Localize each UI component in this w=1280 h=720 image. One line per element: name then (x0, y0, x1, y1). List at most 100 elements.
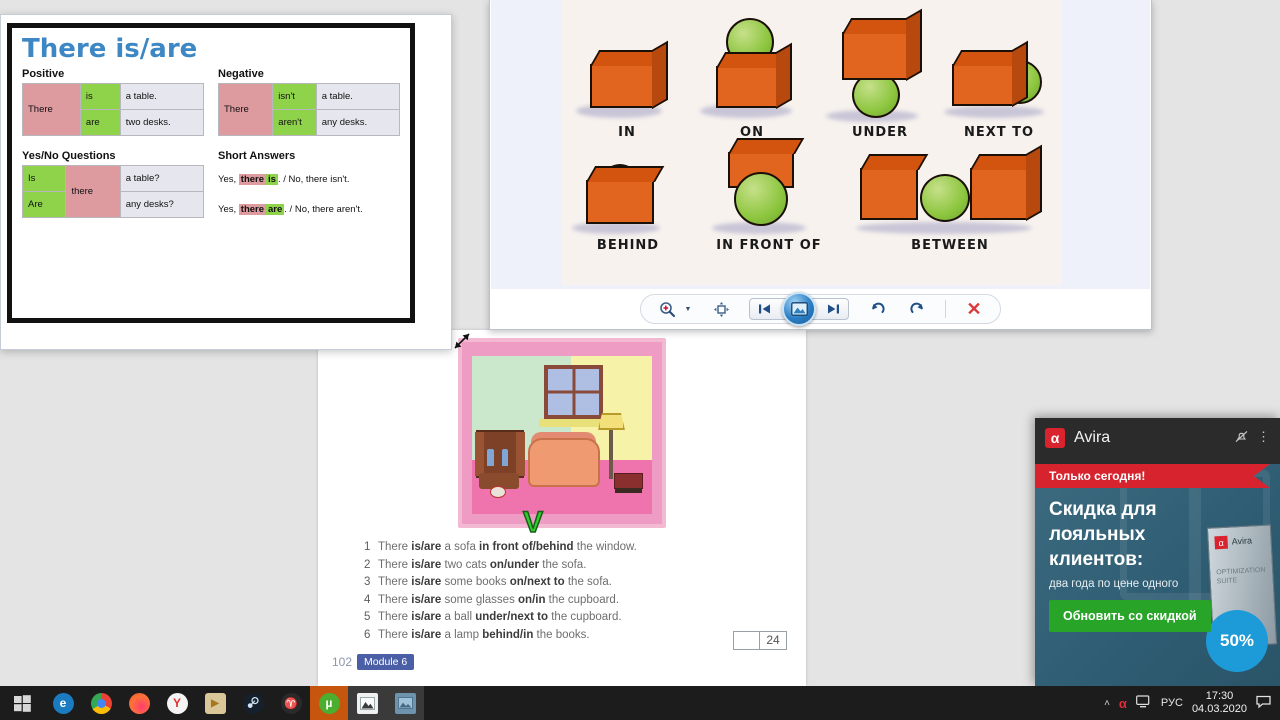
verb-cell: Are (21, 191, 67, 218)
item-choice-prep: on/in (518, 593, 546, 606)
item-choice-verb: is/are (411, 541, 442, 553)
chrome-icon (90, 692, 112, 714)
chevron-down-icon[interactable]: ▼ (683, 298, 693, 320)
taskbar-item-photos-app[interactable] (386, 686, 424, 720)
item-text-pre: There (378, 576, 412, 588)
document-page: V 1 There is/are a sofa in front of/behin… (318, 330, 806, 686)
answer-rest: . / No, there isn't. (277, 174, 350, 185)
item-number: 2 (364, 558, 371, 571)
delete-button[interactable]: ✕ (962, 298, 986, 320)
avira-header: α Avira ⋮ (1035, 418, 1280, 458)
cube-side (1012, 40, 1028, 107)
more-icon[interactable]: ⋮ (1257, 429, 1270, 447)
list-item: 2 There is/are two cats on/under the sofa… (364, 557, 794, 575)
preposition-label: NEXT TO (963, 125, 1035, 140)
close-icon: ✕ (966, 299, 982, 319)
previous-button[interactable] (750, 303, 780, 315)
taskbar-item-firefox[interactable] (120, 686, 158, 720)
verb-cell: is (79, 83, 121, 110)
cube-side (776, 42, 792, 109)
score-blank (734, 632, 760, 649)
avira-tray-icon[interactable]: α (1119, 696, 1127, 711)
room-window-icon (544, 365, 604, 420)
taskbar-item-utorrent[interactable]: µ (310, 686, 348, 720)
item-number: 1 (364, 541, 371, 553)
taskbar-item-world-of-tanks[interactable]: ♈ (272, 686, 310, 720)
cube-icon (589, 40, 668, 109)
section-heading: Negative (218, 68, 264, 80)
clock[interactable]: 17:30 04.03.2020 (1192, 690, 1247, 716)
slideshow-button[interactable] (782, 292, 816, 326)
verb-cell: aren't (272, 109, 317, 136)
questions-table: Is there a table? Are any desks? (21, 165, 205, 218)
object-cell: a table? (119, 165, 205, 192)
preposition-label: UNDER (851, 125, 909, 140)
network-icon[interactable] (1136, 694, 1152, 712)
list-item: 6 There is/are a lamp behind/in the books… (364, 627, 794, 645)
taskbar-item-chrome[interactable] (82, 686, 120, 720)
action-center-icon[interactable] (1256, 695, 1272, 712)
exercise-list: 1 There is/are a sofa in front of/behind … (364, 539, 794, 644)
zoom-icon[interactable] (655, 298, 679, 320)
answer-verb-highlight: are (266, 204, 285, 215)
item-number: 5 (364, 611, 371, 623)
product-logo-icon: α (1214, 535, 1229, 550)
avira-notification-popup: α Avira ⋮ α Avira OPTIMIZATION SUITE 50%… (1035, 418, 1280, 686)
discount-badge: 50% (1206, 610, 1268, 672)
language-indicator[interactable]: РУС (1161, 697, 1183, 709)
subject-cell: there (65, 165, 121, 218)
section-heading: Yes/No Questions (22, 150, 116, 162)
page-number: 102 (332, 655, 353, 669)
preposition-in-front-of: IN FRONT OF (698, 138, 840, 253)
toolbar-divider (945, 300, 946, 318)
answer-subject-highlight: there (238, 204, 267, 215)
cupboard-icon (474, 430, 525, 478)
subject-cell: There (22, 83, 81, 136)
cube-icon (951, 40, 1028, 107)
start-button[interactable] (0, 686, 44, 720)
rotate-clockwise-icon[interactable] (905, 298, 929, 320)
upgrade-button[interactable]: Обновить со скидкой (1049, 600, 1211, 632)
item-text-post: the window. (573, 541, 637, 553)
cube-icon (859, 154, 928, 220)
actual-size-icon[interactable] (709, 298, 733, 320)
photo-viewer-window: IN ON UNDER NEXT TO BEHIND IN FRONT OF B… (489, 0, 1152, 330)
taskbar-item-yandex[interactable]: Y (158, 686, 196, 720)
answer-prefix: Yes, (218, 204, 237, 215)
short-answer-line: Yes, there are. / No, there aren't. (218, 204, 400, 215)
item-text-post: the cupboard. (545, 593, 620, 606)
bell-muted-icon[interactable] (1234, 429, 1249, 447)
item-choice-verb: is/are (411, 558, 442, 571)
item-choice-prep: on/under (489, 558, 540, 571)
grammar-card: There is/are Positive There is a table. … (7, 23, 415, 323)
prepositions-grid: IN ON UNDER NEXT TO BEHIND IN FRONT OF B… (562, 0, 1062, 285)
taskbar-item-media-player[interactable]: ▶ (196, 686, 234, 720)
show-hidden-icons-icon[interactable]: ˄ (1104, 698, 1110, 709)
subject-cell: There (217, 83, 274, 136)
list-item: 1 There is/are a sofa in front of/behind … (364, 539, 794, 557)
taskbar-item-edge[interactable]: e (44, 686, 82, 720)
next-button[interactable] (818, 303, 848, 315)
preposition-behind: BEHIND (570, 158, 686, 253)
taskbar-item-steam[interactable] (234, 686, 272, 720)
item-text-pre: There (378, 593, 412, 606)
object-cell: any desks? (119, 191, 205, 218)
item-text-post: the cupboard. (548, 611, 622, 623)
positive-section: Positive There is a table. are two desks… (22, 68, 205, 136)
window-sill (538, 419, 609, 428)
media-player-icon: ▶ (204, 692, 226, 714)
rotate-counterclockwise-icon[interactable] (865, 298, 889, 320)
world-of-tanks-icon: ♈ (280, 692, 302, 714)
answer-prefix: Yes, (218, 174, 237, 185)
object-cell: a table. (315, 83, 401, 110)
taskbar-item-photo-viewer[interactable] (348, 686, 386, 720)
item-number: 4 (364, 593, 371, 606)
positive-table: There is a table. are two desks. (22, 83, 205, 136)
preposition-in: IN (572, 30, 682, 140)
clock-time: 17:30 (1205, 690, 1234, 702)
verb-cell: isn't (272, 83, 317, 110)
cube-icon (585, 166, 664, 224)
photo-viewer-toolbar: ▼ ✕ (490, 289, 1151, 329)
cube-side (652, 40, 668, 109)
item-choice-prep: under/next to (475, 611, 549, 623)
